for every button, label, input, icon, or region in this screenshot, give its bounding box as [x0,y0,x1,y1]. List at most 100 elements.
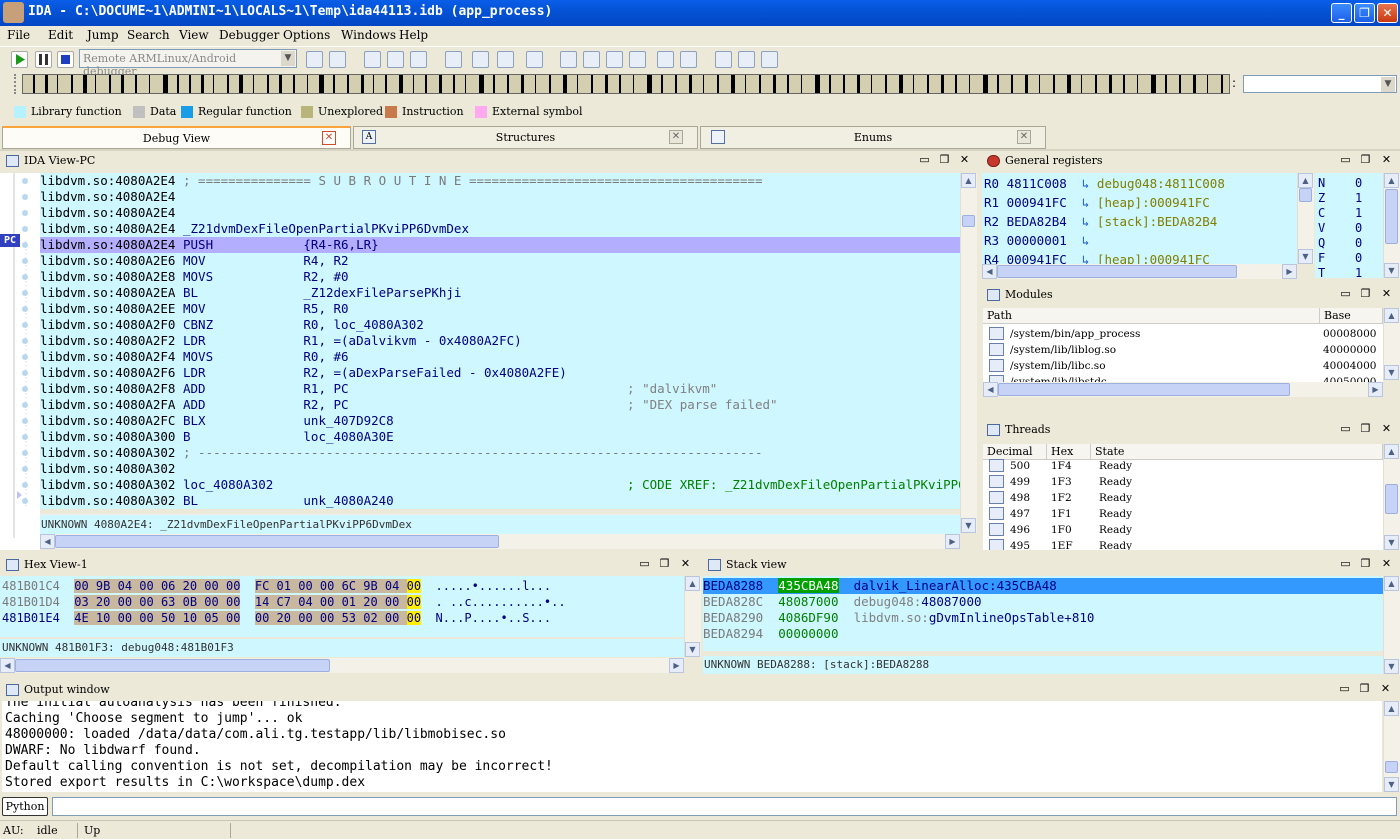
pause-process-button[interactable] [35,51,52,68]
breakpoint-dot[interactable] [22,274,28,280]
hex-dump[interactable]: 481B01C4 00 9B 04 00 06 20 00 00 FC 01 0… [0,576,684,637]
python-lang-button[interactable]: Python [2,797,48,816]
close-panel-button[interactable]: ✕ [1380,287,1393,301]
breakpoint-dot[interactable] [22,178,28,184]
menu-search[interactable]: Search [127,28,170,42]
scroll-down-icon[interactable]: ▼ [1384,659,1399,674]
minimize-panel-button[interactable]: ▭ [1338,682,1351,696]
breakpoint-dot[interactable] [22,290,28,296]
add-watch-button[interactable] [738,51,755,68]
stack-row[interactable]: BEDA8294 00000000 [703,626,854,642]
minimize-panel-button[interactable]: ▭ [1339,287,1352,301]
listing-line[interactable]: libdvm.so:4080A2E4 PUSH {R4-R6,LR} [40,237,960,253]
scroll-down-icon[interactable]: ▼ [1384,365,1399,380]
menu-edit[interactable]: Edit [48,28,73,42]
run-to-cursor-button[interactable] [497,51,514,68]
listing-line[interactable]: libdvm.so:4080A2FA ADD R2, PC ; "DEX par… [40,397,778,413]
thread-row[interactable]: 497 1F1 Ready [983,506,1383,522]
start-process-button[interactable] [11,51,28,68]
scroll-up-icon[interactable]: ▲ [1384,576,1399,591]
terminate-process-button[interactable] [57,51,74,68]
thread-row[interactable]: 500 1F4 Ready [983,458,1383,474]
refresh-memory-button[interactable] [329,51,346,68]
registers-hscrollbar[interactable]: ◀ ▶ [982,264,1297,279]
run-until-return-button[interactable] [526,51,543,68]
flags-vscrollbar[interactable]: ▲ ▼ [1383,173,1400,278]
float-panel-button[interactable]: ❐ [1359,287,1372,301]
breakpoint-dot[interactable] [22,242,28,248]
close-panel-button[interactable]: ✕ [1380,153,1393,167]
tab-structures[interactable]: A Structures ✕ [353,126,698,149]
flag-value[interactable]: 0 [1355,236,1362,250]
stack-vscrollbar[interactable]: ▲ ▼ [1383,576,1400,674]
register-row[interactable]: R2 BEDA82B4 ↳ [stack]:BEDA82B4 [984,214,1217,233]
modules-vscrollbar[interactable]: ▲ ▼ [1383,308,1400,380]
scroll-left-icon[interactable]: ◀ [40,534,55,549]
listing-line[interactable]: libdvm.so:4080A2EE MOV R5, R0 [40,301,349,317]
menu-windows[interactable]: Windows [341,28,396,42]
scroll-up-icon[interactable]: ▲ [1384,308,1399,323]
scroll-down-icon[interactable]: ▼ [1384,535,1399,550]
listing-line[interactable]: libdvm.so:4080A2E4 ; =============== S U… [40,173,762,189]
command-input[interactable] [52,797,1397,816]
listing-line[interactable]: libdvm.so:4080A302 [40,461,175,477]
breakpoint-dot[interactable] [22,418,28,424]
scroll-thumb[interactable] [997,265,1237,278]
scroll-thumb[interactable] [1299,188,1312,202]
jump-back-button[interactable] [560,51,577,68]
debugger-options-button[interactable] [364,51,381,68]
minimize-panel-button[interactable]: ▭ [918,153,931,167]
delete-breakpoint-button[interactable] [410,51,427,68]
show-graph-button[interactable] [629,51,646,68]
delete-watch-button[interactable] [761,51,778,68]
breakpoint-dot[interactable] [22,498,28,504]
tab-enums[interactable]: Enums ✕ [700,126,1046,149]
breakpoint-dot[interactable] [22,450,28,456]
ida-view-vscrollbar[interactable]: ▲ ▼ [960,173,977,533]
hex-row[interactable]: 481B01C4 00 9B 04 00 06 20 00 00 FC 01 0… [2,578,551,594]
thread-row[interactable]: 496 1F0 Ready [983,522,1383,538]
module-row[interactable]: /system/lib/liblog.so 40000000 [983,342,1383,358]
listing-line[interactable]: libdvm.so:4080A2F2 LDR R1, =(aDalvikvm -… [40,333,522,349]
breakpoint-dot[interactable] [22,386,28,392]
scroll-right-icon[interactable]: ▶ [1368,382,1383,397]
maximize-button[interactable]: ❐ [1354,3,1375,23]
hex-row[interactable]: 481B01D4 03 20 00 00 63 0B 00 00 14 C7 0… [2,594,566,610]
listing-line[interactable]: libdvm.so:4080A302 BL unk_4080A240 [40,493,394,509]
listing-line[interactable]: libdvm.so:4080A2F8 ADD R1, PC ; "dalvikv… [40,381,717,397]
scroll-up-icon[interactable]: ▲ [1384,173,1399,188]
breakpoint-dot[interactable] [22,258,28,264]
menu-view[interactable]: View [179,28,209,42]
close-panel-button[interactable]: ✕ [958,153,971,167]
scroll-right-icon[interactable]: ▶ [945,534,960,549]
close-icon[interactable]: ✕ [322,131,336,145]
modules-hscrollbar[interactable]: ◀ ▶ [983,382,1383,397]
general-registers-list[interactable]: R0 4811C008 ↳ debug048:4811C008 R1 000941… [982,173,1297,278]
flag-value[interactable]: 0 [1355,176,1362,190]
close-icon[interactable]: ✕ [1017,130,1031,144]
breakpoint-dot[interactable] [22,194,28,200]
show-segments-button[interactable] [657,51,674,68]
flags-list[interactable]: N 0 Z 1 C 1 V 0 Q 0 F 0 T 1 [1315,173,1383,278]
navigation-band-select[interactable]: ▼ [1243,75,1397,93]
close-panel-button[interactable]: ✕ [679,557,692,571]
close-panel-button[interactable]: ✕ [1379,682,1392,696]
minimize-panel-button[interactable]: ▭ [1339,422,1352,436]
minimize-panel-button[interactable]: ▭ [638,557,651,571]
scroll-left-icon[interactable]: ◀ [0,658,15,673]
breakpoint-dot[interactable] [22,322,28,328]
output-vscrollbar[interactable]: ▲ ▼ [1383,701,1400,792]
step-into-button[interactable] [445,51,462,68]
listing-line[interactable]: libdvm.so:4080A2F6 LDR R2, =(aDexParseFa… [40,365,567,381]
close-panel-button[interactable]: ✕ [1380,557,1393,571]
thread-row[interactable]: 499 1F3 Ready [983,474,1383,490]
step-over-button[interactable] [472,51,489,68]
module-row[interactable]: /system/lib/libc.so 40004000 [983,358,1383,374]
menu-options[interactable]: Options [283,28,330,42]
breakpoint-dot[interactable] [22,354,28,360]
menu-help[interactable]: Help [399,28,428,42]
breakpoint-dot[interactable] [22,466,28,472]
module-row[interactable]: /system/bin/app_process 00008000 [983,326,1383,342]
minimize-panel-button[interactable]: ▭ [1339,153,1352,167]
float-panel-button[interactable]: ❐ [938,153,951,167]
